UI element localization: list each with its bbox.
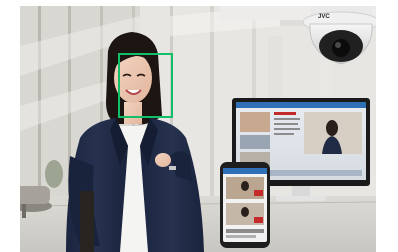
scene-illustration: JVC: [20, 6, 376, 252]
camera-brand-text: JVC: [318, 14, 330, 20]
office-photo: JVC: [20, 6, 376, 252]
face-detection-box: [118, 53, 173, 118]
smartphone-display: [220, 162, 270, 248]
surveillance-scene: JVC: [0, 0, 398, 252]
